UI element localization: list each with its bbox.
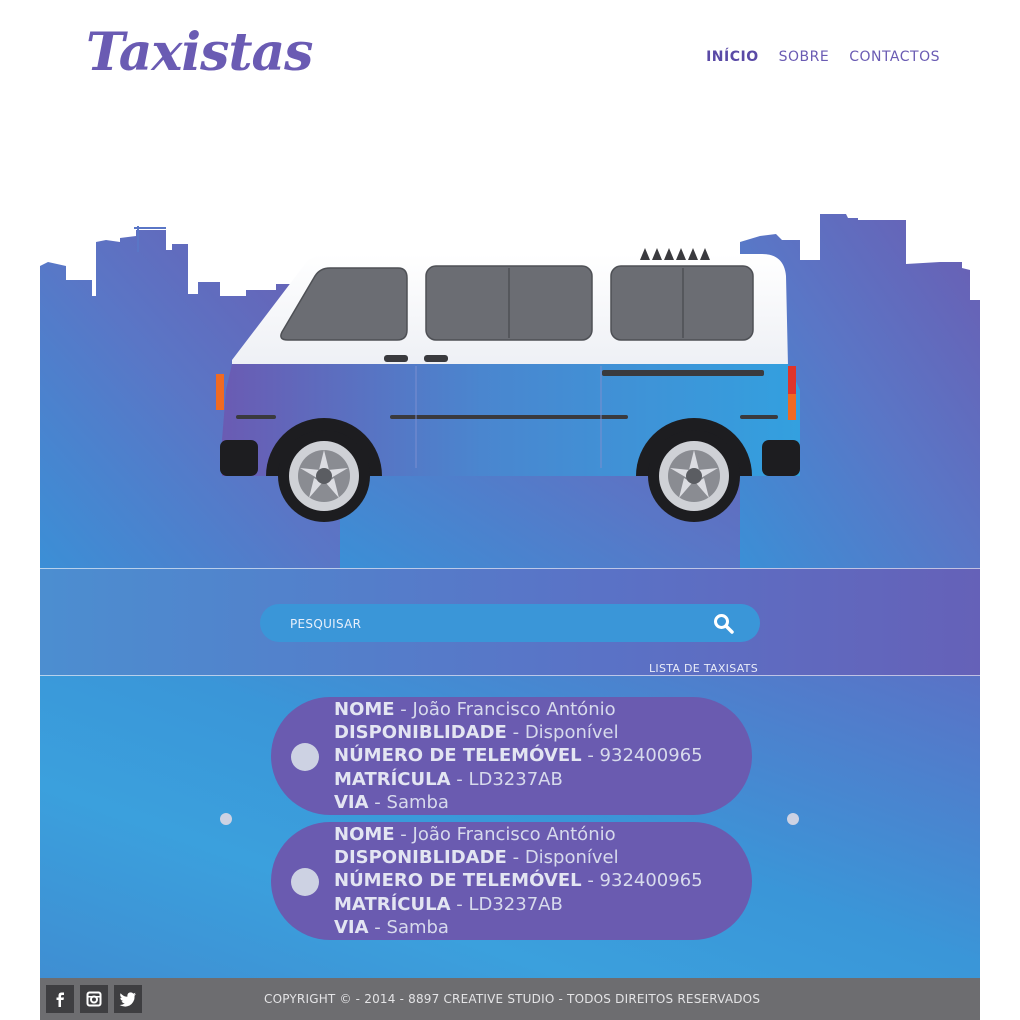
- driver-name-row: NOME - João Francisco António: [334, 699, 616, 720]
- logo[interactable]: Taxistas: [86, 22, 313, 83]
- nav-item-sobre[interactable]: SOBRE: [779, 49, 830, 65]
- copyright-text: COPYRIGHT © - 2014 - 8897 CREATIVE STUDI…: [264, 992, 761, 1006]
- driver-availability-row: DISPONIBLIDADE - Disponível: [334, 847, 619, 869]
- footer: COPYRIGHT © - 2014 - 8897 CREATIVE STUDI…: [40, 978, 980, 1020]
- instagram-icon[interactable]: [80, 985, 108, 1013]
- driver-name-row: NOME - João Francisco António: [334, 824, 616, 845]
- driver-plate-row: MATRÍCULA - LD3237AB: [334, 893, 563, 915]
- main-nav: INÍCIO SOBRE CONTACTOS: [706, 49, 940, 65]
- driver-availability-row: DISPONIBLIDADE - Disponível: [334, 722, 619, 744]
- hero-banner: [40, 200, 980, 568]
- driver-phone-row: NÚMERO DE TELEMÓVEL - 932400965: [334, 870, 703, 892]
- search-bar: [260, 604, 760, 644]
- driver-route-row: VIA - Samba: [334, 916, 449, 938]
- twitter-icon[interactable]: [114, 985, 142, 1013]
- search-input[interactable]: [288, 604, 692, 644]
- hero-illustration: [40, 214, 980, 568]
- driver-route-row: VIA - Samba: [334, 791, 449, 813]
- nav-item-contactos[interactable]: CONTACTOS: [849, 49, 940, 65]
- nav-item-inicio[interactable]: INÍCIO: [706, 49, 759, 65]
- driver-details: NOME - João Francisco António DISPONIBLI…: [334, 823, 703, 939]
- taxi-list-link[interactable]: LISTA DE TAXISATS: [649, 662, 758, 675]
- front-wheel: [278, 430, 370, 522]
- driver-plate-row: MATRÍCULA - LD3237AB: [334, 768, 563, 790]
- results-section: NOME - João Francisco António DISPONIBLI…: [40, 676, 980, 978]
- driver-card[interactable]: NOME - João Francisco António DISPONIBLI…: [271, 697, 752, 815]
- select-radio[interactable]: [291, 743, 319, 771]
- driver-details: NOME - João Francisco António DISPONIBLI…: [334, 698, 703, 814]
- driver-card[interactable]: NOME - João Francisco António DISPONIBLI…: [271, 822, 752, 940]
- carousel-next-dot[interactable]: [787, 813, 799, 825]
- rear-wheel: [648, 430, 740, 522]
- carousel-prev-dot[interactable]: [220, 813, 232, 825]
- search-icon[interactable]: [712, 612, 736, 636]
- select-radio[interactable]: [291, 868, 319, 896]
- driver-phone-row: NÚMERO DE TELEMÓVEL - 932400965: [334, 745, 703, 767]
- search-section: LISTA DE TAXISATS: [40, 568, 980, 676]
- facebook-icon[interactable]: [46, 985, 74, 1013]
